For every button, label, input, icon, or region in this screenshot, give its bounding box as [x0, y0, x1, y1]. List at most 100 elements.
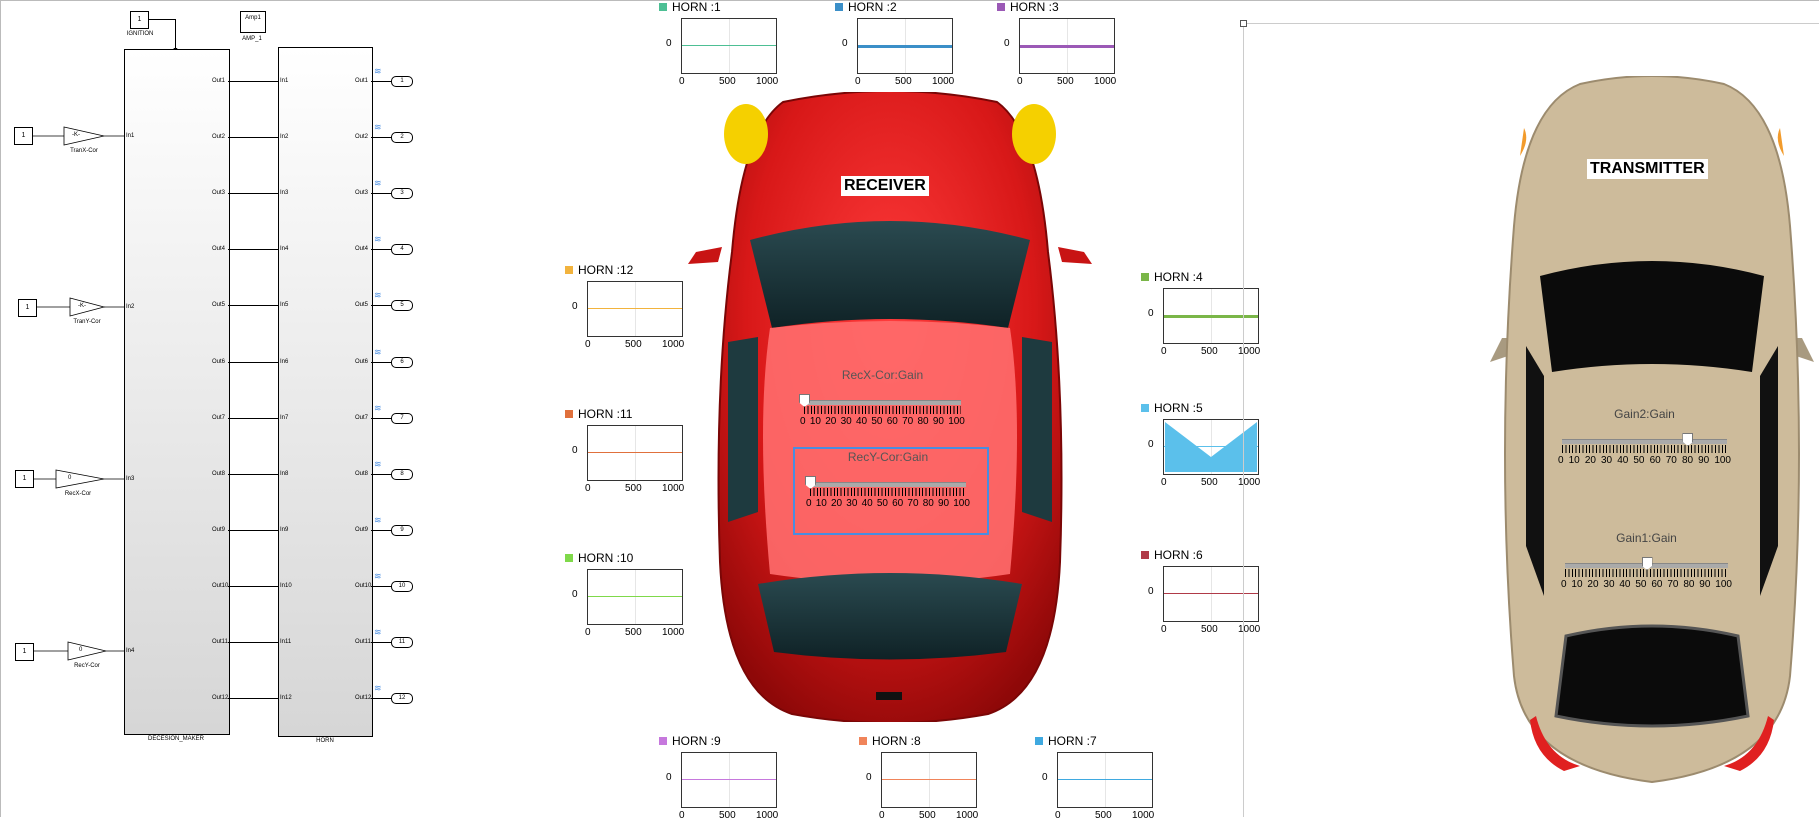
slider-tick-label: 10	[1568, 455, 1580, 466]
signal-line	[228, 585, 278, 587]
transmitter-label: TRANSMITTER	[1587, 159, 1708, 179]
receiver-windshield	[750, 221, 1030, 328]
horn-input-label: In8	[280, 470, 289, 477]
outport-block[interactable]: 3	[391, 188, 413, 200]
slider-title: Gain1:Gain	[1616, 531, 1677, 545]
horn-input-label: In12	[280, 695, 292, 702]
scope-signal	[682, 45, 776, 46]
slider-tick-label: 30	[840, 416, 852, 427]
outport-block[interactable]: 10	[391, 580, 413, 592]
slider-track[interactable]	[810, 482, 966, 487]
scope-horn-1[interactable]: HORN :1 0 0 500 1000	[659, 0, 781, 90]
gain-triangle[interactable]	[34, 469, 124, 489]
slider-tick-label: 100	[1714, 455, 1731, 466]
horn-output-label: Out6	[355, 358, 369, 365]
scope-x-tick: 500	[625, 627, 642, 638]
decision-maker-output-label: Out9	[212, 526, 226, 533]
scope-signal	[588, 596, 682, 597]
legend-swatch	[565, 266, 573, 274]
gain-slider[interactable]: Gain2:Gain 0 10 20 30 40 50 60 70 80 90 100	[1558, 407, 1731, 477]
slider-tick-labels: 0 10 20 30 40 50 60 70 80 90 100	[1561, 579, 1732, 590]
left-headlight	[724, 104, 768, 164]
legend-swatch	[659, 3, 667, 11]
slider-tick-labels: 0 10 20 30 40 50 60 70 80 90 100	[1558, 455, 1731, 466]
horn-input-label: In4	[280, 246, 289, 253]
slider-track[interactable]	[804, 400, 961, 405]
scope-title-text: HORN :11	[578, 407, 633, 421]
signal-line	[228, 529, 278, 531]
scope-x-tick: 1000	[932, 76, 955, 87]
right-window	[1022, 337, 1052, 522]
decision-maker-label: DECESION_MAKER	[147, 736, 204, 742]
right-headlight	[1012, 104, 1056, 164]
gain-slider[interactable]: RecX-Cor:Gain 0 10 20 30 40 50 60 70 80 90 100	[799, 368, 965, 438]
tx-rear-window	[1554, 624, 1750, 728]
scope-x-tick: 0	[855, 76, 861, 87]
outport-block[interactable]: 11	[391, 637, 413, 648]
ignition-signal-line-v	[175, 19, 176, 50]
scope-y-tick: 0	[572, 445, 578, 456]
slider-tick-label: 50	[1633, 455, 1645, 466]
scope-x-tick: 500	[625, 339, 642, 350]
gain-value: -K-	[78, 303, 86, 309]
slider-title: Gain2:Gain	[1614, 407, 1675, 421]
outport-block[interactable]: 5	[391, 300, 413, 312]
scope-horn-2[interactable]: HORN :2 0 0 500 1000	[835, 0, 957, 90]
scope-horn-12[interactable]: HORN :12 0 0 500 1000	[565, 263, 687, 353]
outport-block[interactable]: 12	[391, 693, 413, 705]
outport-block[interactable]: 8	[391, 468, 413, 480]
scope-horn-4[interactable]: HORN :4 0 0 500 1000	[1141, 270, 1263, 360]
scope-axes	[1057, 752, 1153, 808]
gain-value: 0	[79, 647, 83, 653]
slider-title: RecY-Cor:Gain	[847, 450, 929, 464]
scope-x-tick: 1000	[756, 76, 779, 87]
scope-title: HORN :6	[1141, 548, 1203, 562]
outport-block[interactable]: 7	[391, 412, 413, 424]
slider-ticks	[1565, 569, 1728, 577]
scope-horn-10[interactable]: HORN :10 0 0 500 1000	[565, 551, 687, 641]
gain-label: TranX-Cor	[70, 148, 98, 154]
scope-title-text: HORN :6	[1154, 548, 1203, 562]
scope-x-tick: 0	[1055, 810, 1061, 821]
scope-title: HORN :5	[1141, 401, 1203, 415]
scope-title-text: HORN :2	[848, 0, 897, 14]
horn-input-label: In7	[280, 414, 289, 421]
horn-subsystem-block[interactable]	[278, 47, 373, 737]
input-port-label: In2	[126, 304, 135, 310]
slider-tick-label: 50	[876, 498, 888, 509]
scope-horn-5[interactable]: HORN :5 0 0 500 1000	[1141, 401, 1263, 491]
scope-signal	[682, 779, 776, 780]
gain-slider[interactable]: Gain1:Gain 0 10 20 30 40 50 60 70 80 90 100	[1561, 531, 1732, 601]
outport-block[interactable]: 1	[391, 76, 413, 87]
scope-title-text: HORN :7	[1048, 734, 1097, 748]
selection-handle[interactable]	[1240, 20, 1247, 27]
scope-horn-7[interactable]: HORN :7 0 0 500 1000	[1035, 734, 1157, 824]
scope-horn-9[interactable]: HORN :9 0 0 500 1000	[659, 734, 781, 824]
outport-block[interactable]: 6	[391, 356, 413, 368]
scope-horn-8[interactable]: HORN :8 0 0 500 1000	[859, 734, 981, 824]
outport-block[interactable]: 4	[391, 244, 413, 256]
scope-horn-11[interactable]: HORN :11 0 0 500 1000	[565, 407, 687, 497]
wireless-icon: ≋	[374, 66, 382, 76]
slider-tick-label: 90	[937, 498, 950, 509]
scope-x-tick: 0	[1161, 624, 1167, 635]
outport-block[interactable]: 2	[391, 132, 413, 144]
horn-input-label: In3	[280, 190, 289, 197]
amp-display-block[interactable]: Amp1	[240, 11, 266, 33]
slider-tick-label: 90	[932, 416, 944, 427]
scope-horn-3[interactable]: HORN :3 0 0 500 1000	[997, 0, 1119, 90]
signal-line	[371, 473, 391, 475]
outport-block[interactable]: 9	[391, 524, 413, 536]
horn-output-label: Out1	[355, 78, 369, 84]
slider-track[interactable]	[1562, 439, 1727, 444]
slider-tick-labels: 0 10 20 30 40 50 60 70 80 90 100	[800, 416, 965, 427]
scope-y-tick: 0	[1148, 586, 1154, 597]
decision-maker-output-label: Out5	[212, 302, 226, 309]
gain-slider[interactable]: RecY-Cor:Gain 0 10 20 30 40 50 60 70 80 90 100	[805, 450, 970, 520]
scope-x-tick: 1000	[1238, 346, 1261, 357]
horn-output-label: Out9	[355, 526, 369, 533]
signal-line	[371, 193, 391, 195]
scope-horn-6[interactable]: HORN :6 0 0 500 1000	[1141, 548, 1263, 638]
scope-axes	[1163, 566, 1259, 622]
decision-maker-output-label: Out12	[212, 695, 229, 702]
